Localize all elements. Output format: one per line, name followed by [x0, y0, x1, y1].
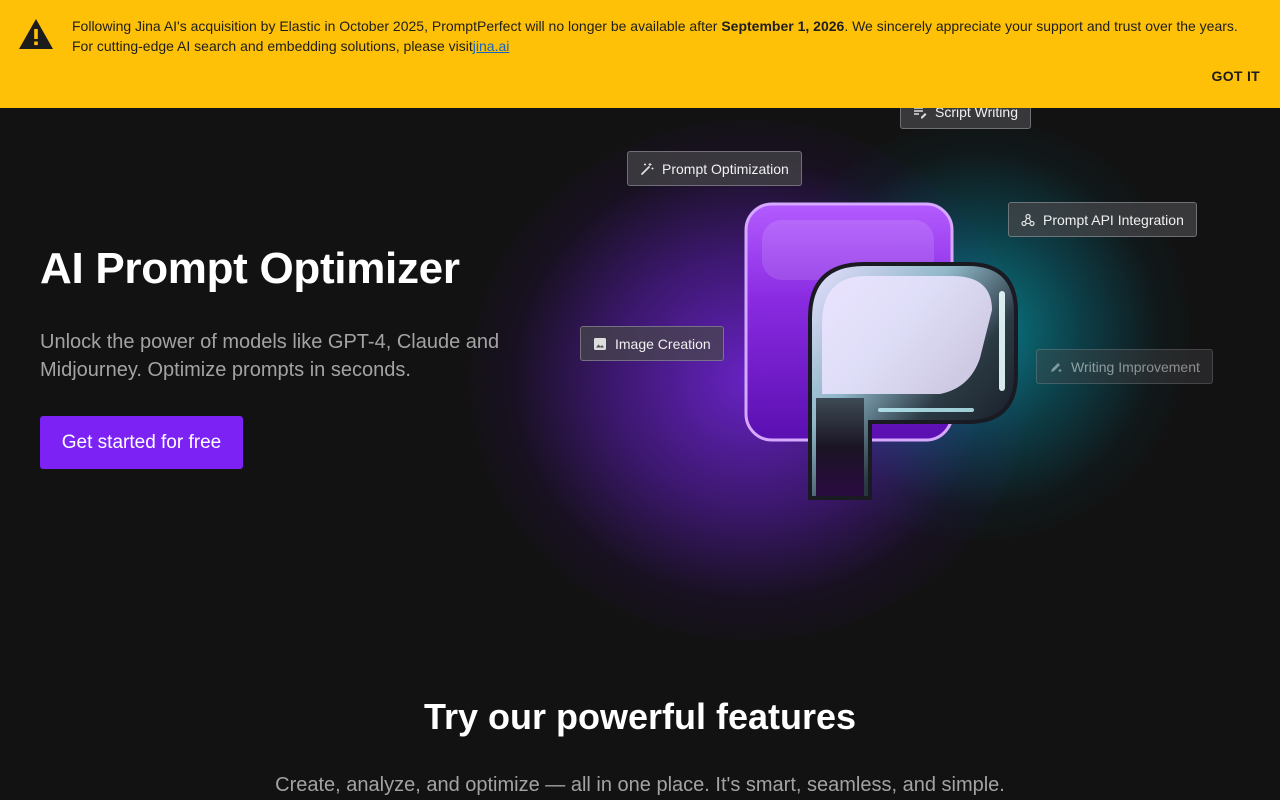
chip-prompt-api-integration: Prompt API Integration: [1008, 202, 1197, 237]
chip-writing-improvement: Writing Improvement: [1036, 349, 1213, 384]
chip-image-creation: Image Creation: [580, 326, 724, 361]
banner-message: Following Jina AI's acquisition by Elast…: [72, 16, 1252, 56]
chip-label: Prompt API Integration: [1043, 211, 1184, 228]
image-icon: [594, 337, 606, 350]
promptperfect-logo-icon: [744, 202, 1018, 500]
edit-sparkle-icon: [1051, 362, 1062, 372]
chip-label: Writing Improvement: [1071, 358, 1200, 375]
banner-message-text: Following Jina AI's acquisition by Elast…: [72, 18, 722, 34]
features-subtitle: Create, analyze, and optimize — all in o…: [275, 774, 1005, 796]
chip-label: Image Creation: [615, 335, 711, 352]
webhook-icon: [1021, 213, 1035, 226]
jina-ai-link[interactable]: jina.ai: [473, 38, 510, 54]
magic-wand-icon: [641, 162, 654, 175]
got-it-button[interactable]: GOT IT: [1212, 66, 1260, 86]
banner-date: September 1, 2026: [721, 18, 845, 34]
chip-prompt-optimization: Prompt Optimization: [627, 151, 802, 186]
announcement-banner: Following Jina AI's acquisition by Elast…: [0, 0, 1280, 108]
page: Script Writing Prompt Optimization Promp…: [0, 0, 1280, 800]
hero-title: AI Prompt Optimizer: [40, 244, 460, 293]
warning-icon: [19, 19, 53, 49]
hero-subtitle: Unlock the power of models like GPT-4, C…: [40, 331, 500, 381]
features-title: Try our powerful features: [423, 696, 857, 737]
chip-label: Prompt Optimization: [662, 160, 789, 177]
get-started-button[interactable]: Get started for free: [40, 416, 243, 469]
